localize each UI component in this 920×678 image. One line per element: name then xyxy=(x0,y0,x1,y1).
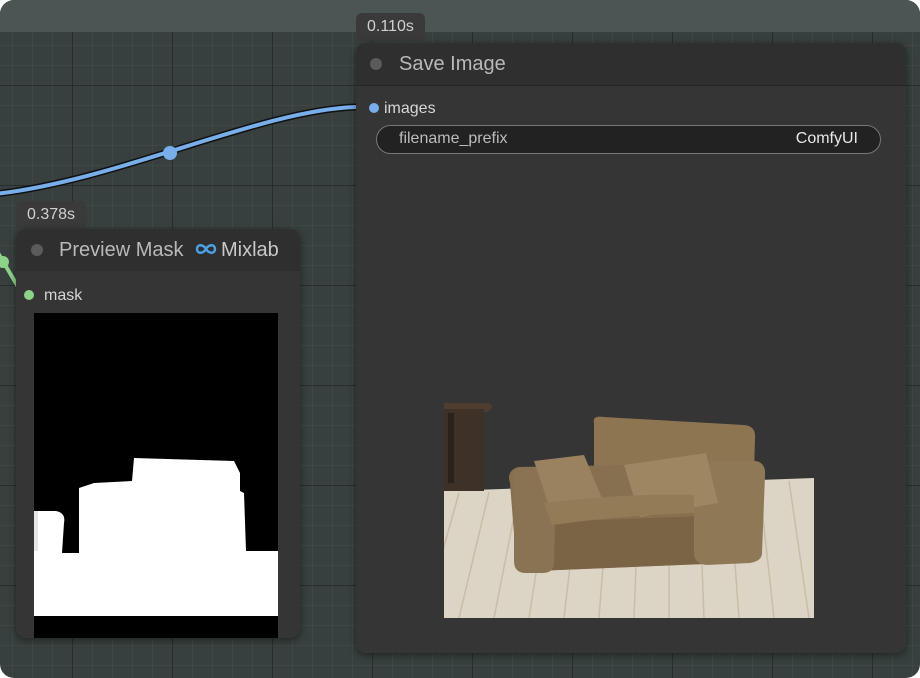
mask-slot-dot[interactable] xyxy=(24,290,34,300)
node-title: Preview Mask xyxy=(59,239,184,261)
filename-prefix-label: filename_prefix xyxy=(399,130,508,147)
mask-preview-image xyxy=(34,313,278,638)
images-input-label: images xyxy=(384,100,436,117)
node-title: Save Image xyxy=(399,53,506,75)
mask-input-label: mask xyxy=(44,287,83,304)
preview-mask-node[interactable]: Preview Mask Mixlab mask xyxy=(16,229,300,638)
save-image-node[interactable]: Save Image images filename_prefix ComfyU… xyxy=(356,43,906,653)
node-graph-canvas[interactable]: 0.110s Save Image images filename_prefix… xyxy=(0,0,920,678)
infinity-icon xyxy=(195,244,217,254)
mask-input-slot[interactable]: mask xyxy=(24,287,83,305)
mask-node-timing: 0.378s xyxy=(16,201,87,229)
image-link-midpoint[interactable] xyxy=(163,146,177,160)
collapse-dot[interactable] xyxy=(31,244,43,256)
save-node-title-bar[interactable]: Save Image xyxy=(356,43,906,86)
images-input-slot[interactable]: images xyxy=(369,100,436,118)
mixlab-label: Mixlab xyxy=(221,239,279,261)
images-slot-dot[interactable] xyxy=(369,103,379,113)
saved-image-preview xyxy=(444,403,814,618)
save-node-timing: 0.110s xyxy=(356,13,425,41)
filename-prefix-value: ComfyUI xyxy=(795,130,858,147)
filename-prefix-field[interactable]: filename_prefix ComfyUI xyxy=(376,125,881,154)
collapse-dot[interactable] xyxy=(370,58,382,70)
mask-node-title-bar[interactable]: Preview Mask Mixlab xyxy=(16,229,300,271)
